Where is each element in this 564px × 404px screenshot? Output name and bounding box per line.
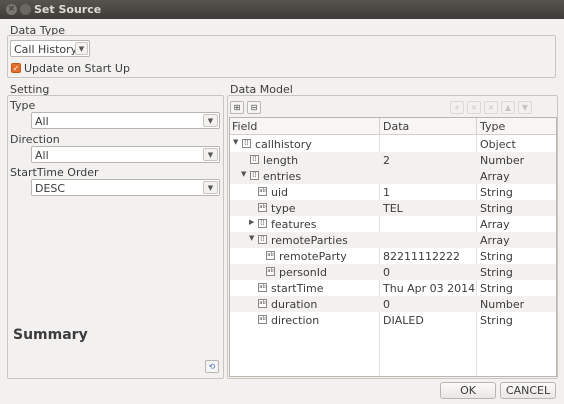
- starttime-order-select[interactable]: DESC ▼: [31, 179, 220, 196]
- window-close-icon[interactable]: ×: [6, 4, 17, 15]
- string-type-icon: ab: [266, 267, 275, 276]
- data-cell[interactable]: 82211112222: [383, 250, 475, 263]
- array-type-icon: []: [258, 219, 267, 228]
- chevron-down-icon: ▼: [203, 148, 218, 161]
- type-cell: Object: [480, 138, 516, 151]
- array-type-icon: []: [258, 235, 267, 244]
- field-cell: entries: [263, 170, 302, 183]
- chevron-down-icon: ▼: [75, 42, 88, 55]
- chevron-down-icon: ▼: [203, 114, 218, 127]
- array-type-icon: []: [250, 155, 259, 164]
- string-type-icon: ab: [266, 251, 275, 260]
- array-type-icon: []: [250, 171, 259, 180]
- chevron-down-icon: ▼: [203, 181, 218, 194]
- window-minimize-icon[interactable]: [20, 4, 31, 15]
- data-cell[interactable]: 1: [383, 186, 475, 199]
- type-label: Type: [10, 99, 36, 112]
- field-cell: callhistory: [255, 138, 312, 151]
- column-header-data[interactable]: Data: [383, 120, 409, 133]
- type-cell: String: [480, 186, 513, 199]
- tree-row[interactable]: ab uid 1 String: [230, 184, 556, 200]
- data-cell[interactable]: Thu Apr 03 2014 15:: [383, 282, 475, 295]
- remove-icon[interactable]: ×: [467, 101, 481, 114]
- type-cell: Array: [480, 170, 510, 183]
- field-cell: duration: [271, 298, 318, 311]
- type-cell: Number: [480, 298, 525, 311]
- string-type-icon: ab: [258, 187, 267, 196]
- field-cell: personId: [279, 266, 327, 279]
- field-cell: uid: [271, 186, 289, 199]
- tree-row[interactable]: ab startTime Thu Apr 03 2014 15: String: [230, 280, 556, 296]
- tree-row[interactable]: ab type TEL String: [230, 200, 556, 216]
- data-cell[interactable]: 0: [383, 266, 475, 279]
- summary-heading: Summary: [13, 327, 88, 343]
- type-cell: String: [480, 202, 513, 215]
- cancel-button[interactable]: CANCEL: [500, 382, 556, 399]
- data-type-value: Call History: [14, 43, 78, 56]
- tree-row[interactable]: ▶ [] features Array: [230, 216, 556, 232]
- string-type-icon: ab: [258, 283, 267, 292]
- data-cell[interactable]: DIALED: [383, 314, 475, 327]
- direction-label: Direction: [10, 133, 60, 146]
- expander-closed-icon[interactable]: ▶: [249, 218, 254, 226]
- expander-open-icon[interactable]: ▼: [249, 234, 254, 242]
- title-bar: × Set Source: [0, 0, 564, 19]
- expander-open-icon[interactable]: ▼: [241, 170, 246, 178]
- type-cell: Array: [480, 234, 510, 247]
- direction-select[interactable]: All ▼: [31, 146, 220, 163]
- move-down-icon[interactable]: ▼: [518, 101, 532, 114]
- tree-header: Field Data Type: [230, 118, 556, 135]
- tree-row[interactable]: ▼ [] callhistory Object: [230, 136, 556, 152]
- field-cell: direction: [271, 314, 320, 327]
- data-type-select[interactable]: Call History ▼: [10, 40, 90, 57]
- string-type-icon: ab: [258, 299, 267, 308]
- tree-row[interactable]: ab direction DIALED String: [230, 312, 556, 328]
- starttime-order-value: DESC: [35, 182, 66, 195]
- object-type-icon: []: [242, 139, 251, 148]
- update-on-startup-checkbox[interactable]: ✓: [11, 63, 21, 73]
- tree-row[interactable]: ▼ [] entries Array: [230, 168, 556, 184]
- field-cell: startTime: [271, 282, 324, 295]
- column-header-field[interactable]: Field: [232, 120, 257, 133]
- type-cell: String: [480, 282, 513, 295]
- data-cell[interactable]: TEL: [383, 202, 475, 215]
- data-cell[interactable]: 0: [383, 298, 475, 311]
- move-up-icon[interactable]: ▲: [501, 101, 515, 114]
- tree-row[interactable]: ab remoteParty 82211112222 String: [230, 248, 556, 264]
- string-type-icon: ab: [258, 315, 267, 324]
- expand-all-icon[interactable]: ⊞: [230, 101, 244, 114]
- window-title: Set Source: [34, 3, 102, 16]
- add-icon[interactable]: +: [450, 101, 464, 114]
- field-cell: remoteParties: [271, 234, 348, 247]
- tree-row[interactable]: ab duration 0 Number: [230, 296, 556, 312]
- collapse-all-icon[interactable]: ⊟: [247, 101, 261, 114]
- type-cell: String: [480, 250, 513, 263]
- data-model-tree[interactable]: Field Data Type ▼ [] callhistory Object [] le…: [229, 117, 557, 377]
- direction-value: All: [35, 149, 49, 162]
- field-cell: features: [271, 218, 317, 231]
- delete-icon[interactable]: ×: [484, 101, 498, 114]
- expander-open-icon[interactable]: ▼: [233, 138, 238, 146]
- update-on-startup-label: Update on Start Up: [24, 62, 130, 75]
- type-cell: Array: [480, 218, 510, 231]
- field-cell: length: [263, 154, 299, 167]
- tree-row[interactable]: ▼ [] remoteParties Array: [230, 232, 556, 248]
- field-cell: remoteParty: [279, 250, 347, 263]
- column-header-type[interactable]: Type: [480, 120, 505, 133]
- string-type-icon: ab: [258, 203, 267, 212]
- type-cell: Number: [480, 154, 525, 167]
- type-cell: String: [480, 266, 513, 279]
- ok-button[interactable]: OK: [440, 382, 496, 399]
- data-cell[interactable]: 2: [383, 154, 475, 167]
- starttime-order-label: StartTime Order: [10, 166, 99, 179]
- type-value: All: [35, 115, 49, 128]
- type-select[interactable]: All ▼: [31, 112, 220, 129]
- tree-row[interactable]: ab personId 0 String: [230, 264, 556, 280]
- type-cell: String: [480, 314, 513, 327]
- refresh-icon[interactable]: ⟲: [205, 360, 219, 373]
- field-cell: type: [271, 202, 296, 215]
- tree-row[interactable]: [] length 2 Number: [230, 152, 556, 168]
